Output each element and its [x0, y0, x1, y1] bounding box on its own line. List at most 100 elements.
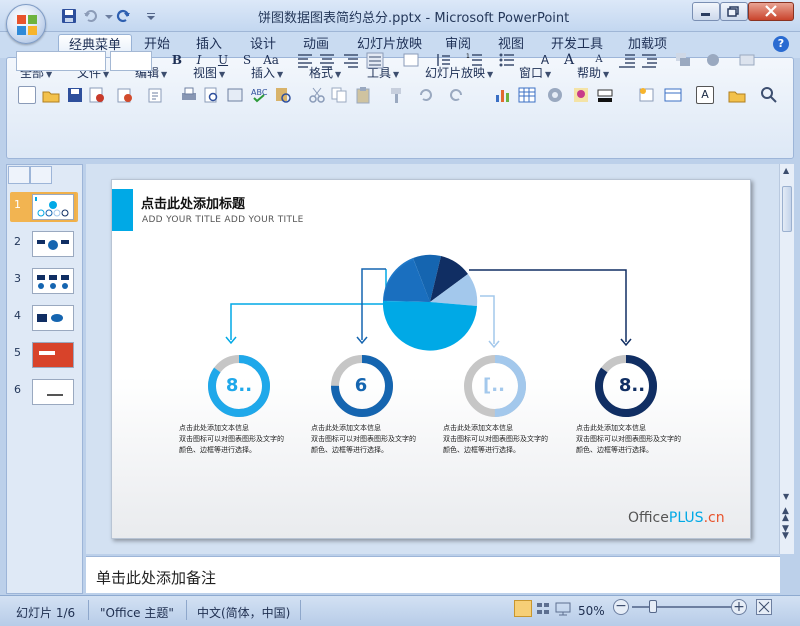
attach-icon[interactable] [146, 86, 164, 104]
undo-icon[interactable] [416, 86, 434, 104]
print-icon[interactable] [180, 86, 198, 104]
decrease-indent-icon[interactable] [618, 51, 636, 69]
theme-name[interactable]: "Office 主题" [100, 604, 174, 621]
thumbnail-slide-6[interactable]: 6 [10, 377, 78, 407]
font-size-combo[interactable] [110, 51, 152, 71]
zoom-slider-track[interactable] [632, 606, 732, 608]
thumbnail-number: 6 [14, 383, 21, 396]
ring-value[interactable]: [.. [474, 375, 514, 396]
align-center-icon[interactable] [318, 51, 336, 69]
help-icon[interactable]: ? [773, 36, 789, 52]
underline-button[interactable]: U [214, 51, 232, 69]
zoom-slider-thumb[interactable] [649, 600, 657, 613]
shrink-font-icon[interactable]: A [590, 51, 608, 69]
customize-qat-icon[interactable] [144, 7, 162, 25]
grow-font-icon[interactable]: A [560, 51, 578, 69]
text-direction-icon[interactable] [402, 51, 420, 69]
shape-fill-icon[interactable] [596, 86, 614, 104]
quick-styles-icon[interactable] [704, 51, 722, 69]
save-icon[interactable] [66, 86, 84, 104]
email-icon[interactable] [116, 86, 134, 104]
bold-button[interactable]: B [168, 51, 186, 69]
permission-icon[interactable] [88, 86, 106, 104]
scroll-thumb[interactable] [782, 186, 792, 232]
restore-button[interactable] [720, 2, 748, 21]
vertical-scrollbar[interactable]: ▲ ▼ ▲ ▲ ▼ ▼ [779, 164, 794, 554]
smartart-icon[interactable] [546, 86, 564, 104]
scroll-down-icon[interactable]: ▼ [783, 492, 789, 501]
research-icon[interactable] [226, 86, 244, 104]
insert-chart-icon[interactable] [494, 86, 512, 104]
change-case-button[interactable]: Aa [260, 51, 282, 69]
status-divider [186, 600, 187, 620]
copy-icon[interactable] [330, 86, 348, 104]
zoom-level[interactable]: 50% [578, 604, 605, 618]
thumbnail-slide-2[interactable]: 2 [10, 229, 78, 259]
next-slide-icon[interactable]: ▼ ▼ [782, 525, 789, 541]
open-folder-icon[interactable] [728, 86, 746, 104]
ring-caption[interactable]: 点击此处添加文本信息 双击图标可以对图表图形及文字的 颜色、边框等进行选择。 [179, 423, 284, 456]
format-painter-icon[interactable] [388, 86, 406, 104]
ring-value[interactable]: 6 [341, 375, 381, 396]
slide-canvas[interactable]: 点击此处添加标题 ADD YOUR TITLE ADD YOUR TITLE 8… [111, 179, 751, 539]
justify-icon[interactable] [366, 51, 384, 69]
ring-caption[interactable]: 点击此处添加文本信息 双击图标可以对图表图形及文字的 颜色、边框等进行选择。 [311, 423, 416, 456]
layout-icon[interactable] [664, 86, 682, 104]
ring-caption[interactable]: 点击此处添加文本信息 双击图标可以对图表图形及文字的 颜色、边框等进行选择。 [576, 423, 681, 456]
slideshow-icon[interactable] [554, 600, 572, 617]
cut-icon[interactable] [308, 86, 326, 104]
insert-picture-icon[interactable] [572, 86, 590, 104]
thumbnail-slide-4[interactable]: 4 [10, 303, 78, 333]
slide-thumbnail [32, 342, 74, 368]
italic-button[interactable]: I [190, 51, 208, 69]
minimize-button[interactable] [692, 2, 720, 21]
spelling-icon[interactable]: ABC [250, 86, 268, 104]
redo-icon[interactable] [448, 86, 466, 104]
ring-caption[interactable]: 点击此处添加文本信息 双击图标可以对图表图形及文字的 颜色、边框等进行选择。 [443, 423, 548, 456]
office-button[interactable] [6, 4, 46, 44]
save-icon[interactable] [60, 7, 78, 25]
thumbnail-slide-3[interactable]: 3 [10, 266, 78, 296]
shape-effects-icon[interactable] [738, 51, 756, 69]
slide-sorter-icon[interactable] [534, 600, 552, 617]
line-spacing-icon[interactable] [434, 51, 452, 69]
thesaurus-icon[interactable] [274, 86, 292, 104]
close-button[interactable] [748, 2, 794, 21]
ring-value[interactable]: 8.. [612, 375, 652, 396]
paste-icon[interactable] [354, 86, 372, 104]
bullets-icon[interactable] [498, 51, 516, 69]
notes-placeholder[interactable]: 单击此处添加备注 [96, 567, 216, 588]
align-left-icon[interactable] [296, 51, 314, 69]
font-color-icon[interactable]: A [536, 51, 554, 69]
language-indicator[interactable]: 中文(简体，中国) [197, 604, 290, 621]
print-preview-icon[interactable] [202, 86, 220, 104]
arrange-icon[interactable] [674, 51, 692, 69]
zoom-out-icon[interactable]: − [613, 599, 629, 615]
align-right-icon[interactable] [342, 51, 360, 69]
ring-value[interactable]: 8.. [219, 375, 259, 396]
font-name-combo[interactable] [16, 51, 106, 71]
logo-text: Office [628, 510, 669, 526]
redo-icon[interactable] [114, 7, 132, 25]
shadow-button[interactable]: S [238, 51, 256, 69]
svg-text:ABC: ABC [251, 88, 268, 97]
fit-to-window-icon[interactable] [756, 599, 772, 615]
chevron-down-icon: ▼ [393, 70, 400, 79]
search-icon[interactable] [760, 86, 778, 104]
tab-slides-view[interactable] [8, 166, 30, 184]
undo-icon[interactable] [82, 7, 100, 25]
scroll-up-icon[interactable]: ▲ [783, 166, 789, 175]
tab-outline-view[interactable] [30, 166, 52, 184]
new-document-icon[interactable] [18, 86, 36, 104]
thumbnail-slide-1[interactable]: 1 [10, 192, 78, 222]
previous-slide-icon[interactable]: ▲ ▲ [782, 507, 789, 523]
insert-table-icon[interactable] [518, 86, 536, 104]
normal-view-icon[interactable] [514, 600, 532, 617]
open-folder-icon[interactable] [42, 86, 60, 104]
new-slide-icon[interactable] [638, 86, 656, 104]
thumbnail-slide-5[interactable]: 5 [10, 340, 78, 370]
zoom-in-icon[interactable]: + [731, 599, 747, 615]
numbering-icon[interactable]: 1 [466, 51, 484, 69]
text-box-icon[interactable]: A [696, 86, 714, 104]
increase-indent-icon[interactable] [640, 51, 658, 69]
